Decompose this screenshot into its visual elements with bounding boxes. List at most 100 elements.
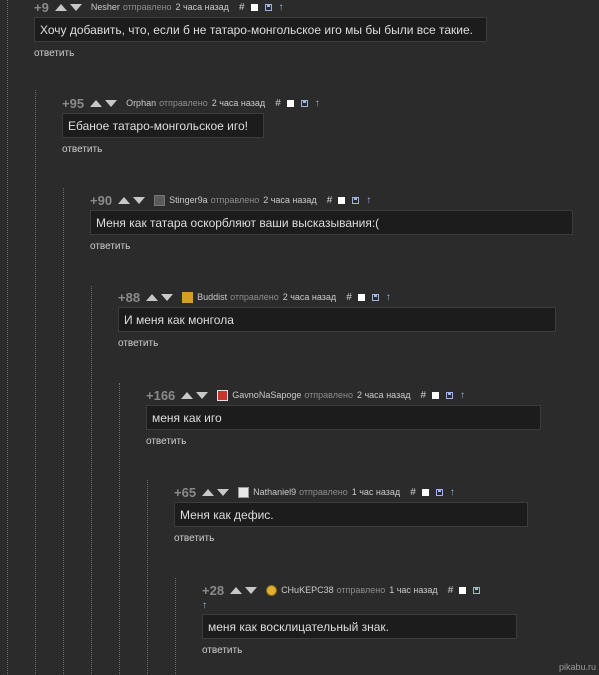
comment-text: Меня как дефис. — [174, 502, 528, 527]
comment-time[interactable]: 2 часа назад — [212, 98, 265, 108]
upvote-icon[interactable] — [90, 99, 103, 107]
parent-arrow-icon[interactable]: ↑ — [202, 600, 207, 611]
comment: +65 Nathaniel9 отправлено 1 час назад # … — [174, 485, 528, 546]
comment-time[interactable]: 2 часа назад — [175, 2, 228, 12]
parent-arrow-icon[interactable]: ↑ — [279, 2, 284, 13]
comment-link-icon[interactable]: # — [327, 195, 333, 206]
sent-label: отправлено — [336, 585, 386, 595]
save-icon[interactable] — [264, 3, 272, 11]
upvote-icon[interactable] — [181, 391, 194, 399]
upvote-icon[interactable] — [230, 586, 243, 594]
comment-square-icon[interactable] — [357, 293, 365, 301]
sent-label: отправлено — [210, 195, 260, 205]
thread-line — [91, 286, 92, 675]
parent-arrow-icon[interactable]: ↑ — [386, 292, 391, 303]
user-avatar-icon — [154, 194, 166, 206]
upvote-icon[interactable] — [202, 488, 215, 496]
downvote-icon[interactable] — [161, 293, 174, 301]
comment-time[interactable]: 2 часа назад — [357, 390, 410, 400]
comment-text: Ебаное татаро-монгольское иго! — [62, 113, 264, 138]
parent-arrow-icon[interactable]: ↑ — [460, 390, 465, 401]
comment-rating: +9 — [34, 0, 49, 15]
user-avatar-icon — [217, 389, 229, 401]
downvote-icon[interactable] — [133, 196, 146, 204]
comment-square-icon[interactable] — [459, 586, 467, 594]
comment-author[interactable]: Nathaniel9 — [253, 487, 296, 497]
comment-square-icon[interactable] — [338, 196, 346, 204]
comment-author[interactable]: Nesher — [91, 2, 120, 12]
comment-square-icon[interactable] — [421, 488, 429, 496]
comment-square-icon[interactable] — [286, 99, 294, 107]
reply-link[interactable]: ответить — [146, 436, 186, 447]
comment-rating: +95 — [62, 95, 85, 111]
thread-line — [147, 480, 148, 675]
reply-link[interactable]: ответить — [34, 48, 74, 59]
comment-header-wrap: ↑ — [202, 599, 517, 611]
comment-link-icon[interactable]: # — [410, 487, 416, 498]
comment: +90 Stinger9a отправлено 2 часа назад # … — [90, 193, 573, 254]
downvote-icon[interactable] — [105, 99, 118, 107]
save-icon[interactable] — [352, 196, 360, 204]
sent-label: отправлено — [230, 292, 279, 302]
comment-rating: +65 — [174, 484, 197, 500]
parent-arrow-icon[interactable]: ↑ — [315, 98, 320, 109]
comment-text: И меня как монгола — [118, 307, 556, 332]
sent-label: отправлено — [159, 98, 208, 108]
user-avatar-icon — [182, 291, 194, 303]
comment: +95 Orphan отправлено 2 часа назад # ↑ Е… — [62, 96, 320, 157]
reply-link[interactable]: ответить — [62, 144, 102, 155]
comment-header: +9 Nesher отправлено 2 часа назад # ↑ — [34, 0, 487, 15]
save-icon[interactable] — [300, 99, 308, 107]
comment-author[interactable]: Stinger9a — [169, 195, 208, 205]
comment-header: +90 Stinger9a отправлено 2 часа назад # … — [90, 192, 573, 208]
upvote-icon[interactable] — [54, 3, 67, 11]
downvote-icon[interactable] — [69, 3, 82, 11]
comment-time[interactable]: 2 часа назад — [263, 195, 316, 205]
comment-author[interactable]: Orphan — [126, 98, 156, 108]
comment-link-icon[interactable]: # — [448, 585, 454, 596]
save-icon[interactable] — [435, 488, 443, 496]
comment: +166 GavnoNaSapoge отправлено 2 часа наз… — [146, 388, 541, 449]
comment-link-icon[interactable]: # — [275, 98, 281, 109]
comment-author[interactable]: Buddist — [197, 292, 227, 302]
reply-link[interactable]: ответить — [118, 338, 158, 349]
comment-square-icon[interactable] — [250, 3, 258, 11]
comment-text: Хочу добавить, что, если б не татаро-мон… — [34, 17, 487, 42]
comment-rating: +90 — [90, 192, 113, 208]
save-icon[interactable] — [473, 586, 481, 594]
comment-time[interactable]: 1 час назад — [389, 585, 437, 595]
reply-link[interactable]: ответить — [202, 645, 242, 656]
reply-link[interactable]: ответить — [174, 533, 214, 544]
parent-arrow-icon[interactable]: ↑ — [366, 195, 371, 206]
comment-link-icon[interactable]: # — [420, 390, 426, 401]
thread-line — [63, 188, 64, 675]
downvote-icon[interactable] — [217, 488, 230, 496]
comment-author[interactable]: GavnoNaSapoge — [232, 390, 301, 400]
comment: +88 Buddist отправлено 2 часа назад # ↑ … — [118, 290, 556, 351]
comment-time[interactable]: 2 часа назад — [283, 292, 336, 302]
sent-label: отправлено — [299, 487, 348, 497]
comment-time[interactable]: 1 час назад — [352, 487, 400, 497]
downvote-icon[interactable] — [196, 391, 209, 399]
comment-square-icon[interactable] — [432, 391, 440, 399]
comment-rating: +28 — [202, 582, 225, 598]
comment-author[interactable]: CHuKEPC38 — [281, 585, 334, 595]
user-avatar-icon — [266, 584, 278, 596]
comment: +28 CHuKEPC38 отправлено 1 час назад # ↑… — [202, 583, 517, 658]
thread-line — [7, 0, 8, 675]
upvote-icon[interactable] — [146, 293, 159, 301]
parent-arrow-icon[interactable]: ↑ — [450, 487, 455, 498]
comment-header: +88 Buddist отправлено 2 часа назад # ↑ — [118, 290, 556, 305]
reply-link[interactable]: ответить — [90, 241, 130, 252]
downvote-icon[interactable] — [245, 586, 258, 594]
save-icon[interactable] — [371, 293, 379, 301]
comment: +9 Nesher отправлено 2 часа назад # ↑ Хо… — [34, 0, 487, 61]
sent-label: отправлено — [122, 2, 172, 12]
comment-link-icon[interactable]: # — [239, 2, 245, 13]
upvote-icon[interactable] — [118, 196, 131, 204]
comment-text: Меня как татара оскорбляют ваши высказыв… — [90, 210, 573, 235]
comment-header: +28 CHuKEPC38 отправлено 1 час назад # — [202, 582, 517, 598]
comment-link-icon[interactable]: # — [346, 292, 352, 303]
comment-header: +166 GavnoNaSapoge отправлено 2 часа наз… — [146, 388, 541, 403]
save-icon[interactable] — [446, 391, 454, 399]
